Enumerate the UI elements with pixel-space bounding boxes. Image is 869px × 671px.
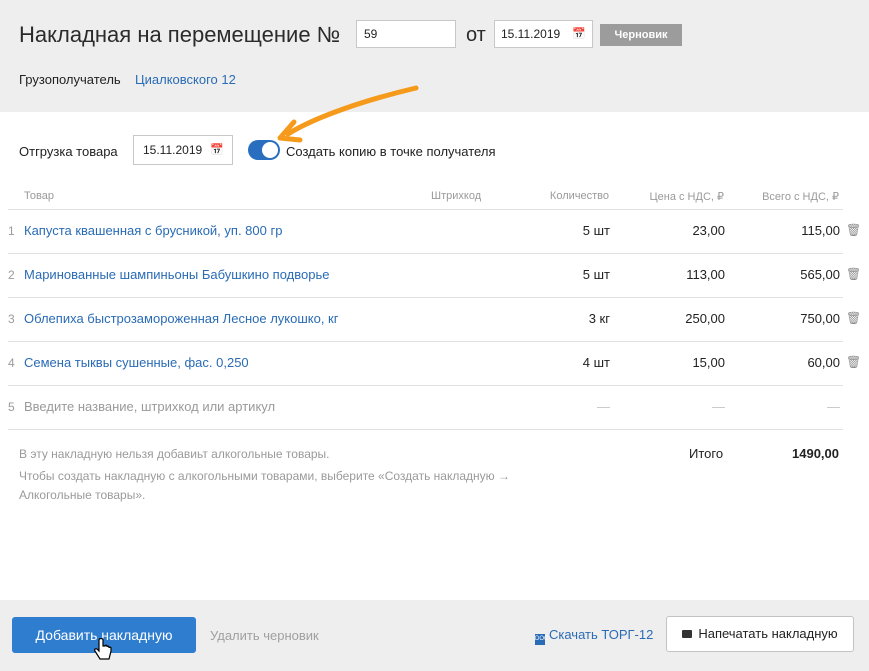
document-date-input[interactable]: 15.11.2019 📅 <box>494 20 593 48</box>
download-torg12-label: Скачать ТОРГ-12 <box>549 627 654 642</box>
column-header-total: Всего с НДС, ₽ <box>762 191 839 203</box>
shipment-date-value: 15.11.2019 <box>143 143 203 157</box>
divider <box>8 429 843 430</box>
product-link[interactable]: Облепиха быстрозамороженная Лесное лукош… <box>24 311 339 326</box>
row-total: 750,00 <box>800 311 840 326</box>
shipment-label: Отгрузка товара <box>19 144 118 159</box>
consignee-label: Грузополучатель <box>19 72 121 87</box>
calendar-icon[interactable]: 📅 <box>572 21 586 47</box>
print-invoice-label: Напечатать накладную <box>698 626 838 641</box>
table-row: 1 Капуста квашенная с брусникой, уп. 800… <box>0 209 869 253</box>
annotation-arrow-icon <box>277 85 419 143</box>
hand-cursor-icon <box>94 638 112 660</box>
row-quantity[interactable]: 5 шт <box>583 223 610 238</box>
trash-icon[interactable]: 🗑 <box>846 223 861 237</box>
document-icon: DOC <box>535 634 548 645</box>
row-number: 3 <box>8 312 15 326</box>
download-torg12-link[interactable]: DOCСкачать ТОРГ-12 <box>535 627 653 645</box>
row-price[interactable]: 15,00 <box>692 355 725 370</box>
new-item-row: 5 Введите название, штрихкод или артикул… <box>0 385 869 429</box>
row-price[interactable]: 250,00 <box>685 311 725 326</box>
printer-icon <box>682 630 693 638</box>
delete-draft-button[interactable]: Удалить черновик <box>210 628 319 643</box>
empty-quantity: — <box>597 399 610 414</box>
alcohol-note-line-3: Алкогольные товары». <box>19 488 146 502</box>
document-number-input[interactable]: 59 <box>356 20 456 48</box>
status-badge: Черновик <box>600 24 682 46</box>
alcohol-note-line-2: Чтобы создать накладную с алкогольными т… <box>19 469 510 483</box>
new-item-search-input[interactable]: Введите название, штрихкод или артикул <box>24 399 275 414</box>
row-number: 1 <box>8 224 15 238</box>
row-total: 115,00 <box>801 223 840 238</box>
product-link[interactable]: Капуста квашенная с брусникой, уп. 800 г… <box>24 223 282 238</box>
alcohol-note-line-1: В эту накладную нельзя добавиьт алкоголь… <box>19 447 330 461</box>
table-row: 3 Облепиха быстрозамороженная Лесное лук… <box>0 297 869 341</box>
row-price[interactable]: 113,00 <box>686 267 725 282</box>
column-header-product: Товар <box>24 190 54 202</box>
row-total: 60,00 <box>807 355 840 370</box>
print-invoice-button[interactable]: Напечатать накладную <box>666 616 854 652</box>
trash-icon[interactable]: 🗑 <box>846 355 861 369</box>
row-quantity[interactable]: 5 шт <box>583 267 610 282</box>
shipment-date-input[interactable]: 15.11.2019 📅 <box>133 135 233 165</box>
total-label: Итого <box>689 446 724 461</box>
row-number: 5 <box>8 400 15 414</box>
column-header-barcode: Штрихкод <box>431 190 482 202</box>
row-quantity[interactable]: 4 шт <box>583 355 610 370</box>
total-value: 1490,00 <box>792 446 839 461</box>
row-quantity[interactable]: 3 кг <box>589 311 610 326</box>
row-total: 565,00 <box>800 267 840 282</box>
footer-bar: Добавить накладную Удалить черновик DOCС… <box>0 600 869 671</box>
trash-icon[interactable]: 🗑 <box>846 311 861 325</box>
document-header: Накладная на перемещение № 59 от 15.11.2… <box>0 0 869 112</box>
product-link[interactable]: Маринованные шампиньоны Бабушкино подвор… <box>24 267 329 282</box>
column-header-quantity: Количество <box>549 190 609 202</box>
calendar-icon[interactable]: 📅 <box>210 136 224 164</box>
empty-price: — <box>712 399 725 414</box>
empty-total: — <box>827 399 840 414</box>
trash-icon[interactable]: 🗑 <box>846 267 861 281</box>
from-label: от <box>466 24 486 46</box>
row-price[interactable]: 23,00 <box>692 223 725 238</box>
row-number: 2 <box>8 268 15 282</box>
table-row: 4 Семена тыквы сушенные, фас. 0,250 4 шт… <box>0 341 869 385</box>
column-header-price: Цена с НДС, ₽ <box>649 191 724 203</box>
consignee-link[interactable]: Циалковского 12 <box>135 72 236 87</box>
row-number: 4 <box>8 356 15 370</box>
document-date-value: 15.11.2019 <box>501 27 561 41</box>
product-link[interactable]: Семена тыквы сушенные, фас. 0,250 <box>24 355 249 370</box>
page-title: Накладная на перемещение № <box>19 22 341 47</box>
table-row: 2 Маринованные шампиньоны Бабушкино подв… <box>0 253 869 297</box>
